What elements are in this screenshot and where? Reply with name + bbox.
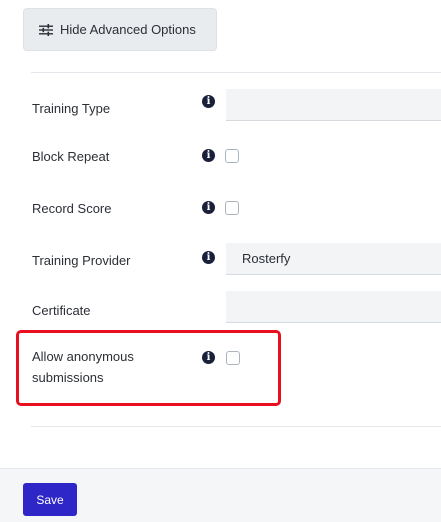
hide-advanced-options-label: Hide Advanced Options [60, 22, 196, 37]
hide-advanced-options-button[interactable]: Hide Advanced Options [23, 8, 217, 51]
save-button[interactable]: Save [23, 483, 77, 516]
training-provider-select[interactable]: Rosterfy [226, 243, 441, 275]
save-button-label: Save [36, 492, 64, 507]
sliders-icon [39, 23, 53, 36]
training-provider-label: Training Provider [32, 253, 131, 268]
info-icon[interactable]: i [202, 251, 215, 264]
info-icon[interactable]: i [202, 149, 215, 162]
certificate-label: Certificate [32, 303, 91, 318]
training-type-label: Training Type [32, 101, 111, 116]
info-icon[interactable]: i [202, 201, 215, 214]
certificate-input[interactable] [226, 291, 441, 323]
record-score-checkbox[interactable] [225, 201, 239, 215]
highlight-annotation [16, 330, 281, 406]
info-icon[interactable]: i [202, 95, 215, 108]
bottom-divider [31, 426, 441, 427]
block-repeat-checkbox[interactable] [225, 149, 239, 163]
block-repeat-label: Block Repeat [32, 149, 110, 164]
record-score-label: Record Score [32, 201, 112, 216]
top-divider [31, 72, 441, 73]
training-type-input[interactable] [226, 89, 441, 121]
